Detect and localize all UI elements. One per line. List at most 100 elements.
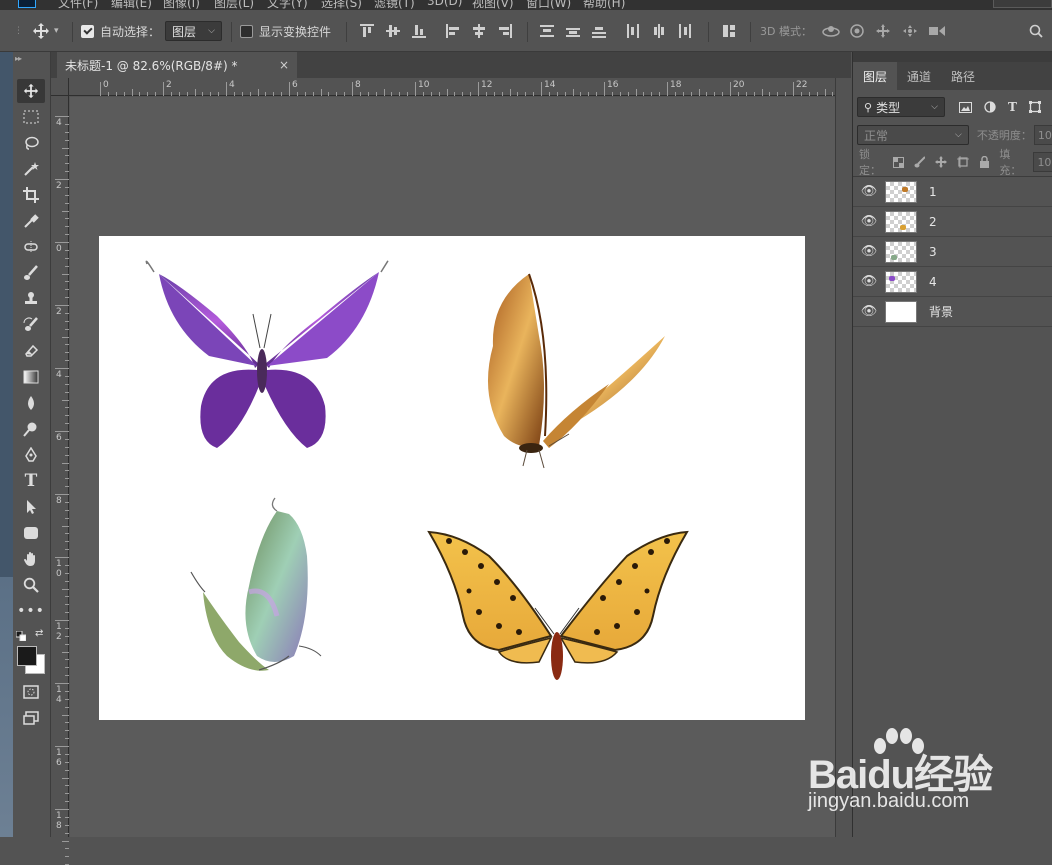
distribute-vcenter-icon[interactable] xyxy=(566,24,580,38)
align-bottom-icon[interactable] xyxy=(412,24,426,38)
gradient-tool-icon[interactable] xyxy=(17,365,45,389)
ruler-origin[interactable] xyxy=(51,78,69,96)
3d-roll-icon[interactable] xyxy=(850,24,864,38)
filter-type-icon[interactable]: T xyxy=(1008,100,1017,114)
fill-field[interactable]: 10 xyxy=(1033,152,1052,172)
lock-position-icon[interactable] xyxy=(935,156,948,168)
rectangle-shape-icon[interactable] xyxy=(17,521,45,545)
search-icon[interactable] xyxy=(1029,24,1043,38)
marquee-tool-icon[interactable] xyxy=(17,105,45,129)
menu-image[interactable]: 图像(I) xyxy=(163,0,200,10)
quick-mask-icon[interactable] xyxy=(17,680,45,704)
healing-brush-icon[interactable] xyxy=(17,235,45,259)
lasso-tool-icon[interactable] xyxy=(17,131,45,155)
menu-filter[interactable]: 滤镜(T) xyxy=(374,0,415,10)
swap-colors-icon[interactable]: ⇄ xyxy=(35,628,43,639)
menu-select[interactable]: 选择(S) xyxy=(321,0,362,10)
3d-orbit-icon[interactable] xyxy=(822,24,840,38)
zoom-tool-icon[interactable] xyxy=(17,573,45,597)
hand-tool-icon[interactable] xyxy=(17,547,45,571)
window-controls[interactable] xyxy=(993,0,1052,8)
path-selection-icon[interactable] xyxy=(17,495,45,519)
lock-all-icon[interactable] xyxy=(979,156,990,168)
layer-row[interactable]: 👁 3 xyxy=(853,237,1052,267)
crop-tool-icon[interactable] xyxy=(17,183,45,207)
tool-preset-picker[interactable]: ▾ xyxy=(32,10,59,52)
tab-layers[interactable]: 图层 xyxy=(853,62,898,90)
distribute-right-icon[interactable] xyxy=(678,24,692,38)
eyedropper-icon[interactable] xyxy=(17,209,45,233)
menu-edit[interactable]: 编辑(E) xyxy=(111,0,152,10)
menu-help[interactable]: 帮助(H) xyxy=(583,0,625,10)
magic-wand-icon[interactable] xyxy=(17,157,45,181)
layer-name: 4 xyxy=(929,274,937,289)
align-top-icon[interactable] xyxy=(360,24,374,38)
panel-collapse-icon[interactable]: ▸▸ xyxy=(15,54,22,63)
auto-select-checkbox[interactable]: 自动选择： xyxy=(81,10,160,52)
document-tab[interactable]: 未标题-1 @ 82.6%(RGB/8#) * × xyxy=(57,52,297,78)
menu-type[interactable]: 文字(Y) xyxy=(267,0,308,10)
layer-row[interactable]: 👁 背景 xyxy=(853,297,1052,327)
options-grip[interactable]: ⋮ xyxy=(14,10,23,52)
clone-stamp-icon[interactable] xyxy=(17,287,45,311)
blend-mode-dropdown[interactable]: 正常 ⌵ xyxy=(857,125,969,145)
eye-icon[interactable]: 👁 xyxy=(853,184,885,199)
purple-butterfly-image xyxy=(145,260,389,448)
blur-tool-icon[interactable] xyxy=(17,391,45,415)
filter-shape-icon[interactable] xyxy=(1028,101,1041,113)
document-canvas[interactable] xyxy=(99,236,805,720)
photoshop-logo-icon[interactable] xyxy=(18,0,36,8)
lock-transparency-icon[interactable] xyxy=(893,156,904,168)
opacity-field[interactable]: 10 xyxy=(1033,125,1052,145)
horizontal-ruler[interactable]: 0 2 4 6 8 10 12 14 16 18 20 22 xyxy=(69,78,850,96)
eye-icon[interactable]: 👁 xyxy=(853,244,885,259)
3d-pan-icon[interactable] xyxy=(876,24,890,38)
distribute-hcenter-icon[interactable] xyxy=(652,24,666,38)
menu-3d[interactable]: 3D(D) xyxy=(427,0,462,8)
layer-row[interactable]: 👁 1 xyxy=(853,177,1052,207)
menu-window[interactable]: 窗口(W) xyxy=(526,0,571,10)
align-hcenter-icon[interactable] xyxy=(472,24,486,38)
distribute-left-icon[interactable] xyxy=(626,24,640,38)
panel-grip[interactable] xyxy=(853,52,1052,62)
brush-tool-icon[interactable] xyxy=(17,261,45,285)
menu-layer[interactable]: 图层(L) xyxy=(214,0,254,10)
auto-select-target-dropdown[interactable]: 图层 ⌵ xyxy=(165,21,222,41)
layer-row[interactable]: 👁 2 xyxy=(853,207,1052,237)
dodge-tool-icon[interactable] xyxy=(17,417,45,441)
move-tool-icon[interactable] xyxy=(17,79,45,103)
layer-row[interactable]: 👁 4 xyxy=(853,267,1052,297)
3d-slide-icon[interactable] xyxy=(902,24,918,38)
eye-icon[interactable]: 👁 xyxy=(853,274,885,289)
distribute-top-icon[interactable] xyxy=(540,24,554,38)
lock-artboard-icon[interactable] xyxy=(957,156,969,168)
vertical-ruler[interactable]: 42024681012141618 xyxy=(51,96,69,865)
distribute-bottom-icon[interactable] xyxy=(592,24,606,38)
align-vcenter-icon[interactable] xyxy=(386,24,400,38)
filter-pixel-icon[interactable] xyxy=(959,101,972,113)
filter-adjustment-icon[interactable] xyxy=(984,101,996,113)
foreground-color-swatch[interactable] xyxy=(17,646,37,666)
vertical-scrollbar[interactable] xyxy=(835,78,851,837)
tab-paths[interactable]: 路径 xyxy=(941,62,985,90)
align-right-icon[interactable] xyxy=(498,24,512,38)
close-icon[interactable]: × xyxy=(279,58,289,72)
3d-scale-icon[interactable] xyxy=(928,24,946,38)
default-colors-icon[interactable] xyxy=(15,630,27,642)
pen-tool-icon[interactable] xyxy=(17,443,45,467)
show-transform-checkbox[interactable]: 显示变换控件 xyxy=(240,10,331,52)
menu-file[interactable]: 文件(F) xyxy=(58,0,98,10)
lock-pixels-icon[interactable] xyxy=(914,156,926,168)
eye-icon[interactable]: 👁 xyxy=(853,214,885,229)
eye-icon[interactable]: 👁 xyxy=(853,304,885,319)
eraser-icon[interactable] xyxy=(17,339,45,363)
type-tool-icon[interactable]: T xyxy=(17,469,45,493)
menu-view[interactable]: 视图(V) xyxy=(472,0,514,10)
align-left-icon[interactable] xyxy=(446,24,460,38)
tab-channels[interactable]: 通道 xyxy=(897,62,941,90)
auto-align-icon[interactable] xyxy=(722,24,736,38)
more-tools-icon[interactable]: ••• xyxy=(17,599,45,623)
screen-mode-icon[interactable] xyxy=(17,706,45,730)
layer-filter-dropdown[interactable]: ⚲ 类型 ⌵ xyxy=(857,97,945,117)
history-brush-icon[interactable] xyxy=(17,313,45,337)
